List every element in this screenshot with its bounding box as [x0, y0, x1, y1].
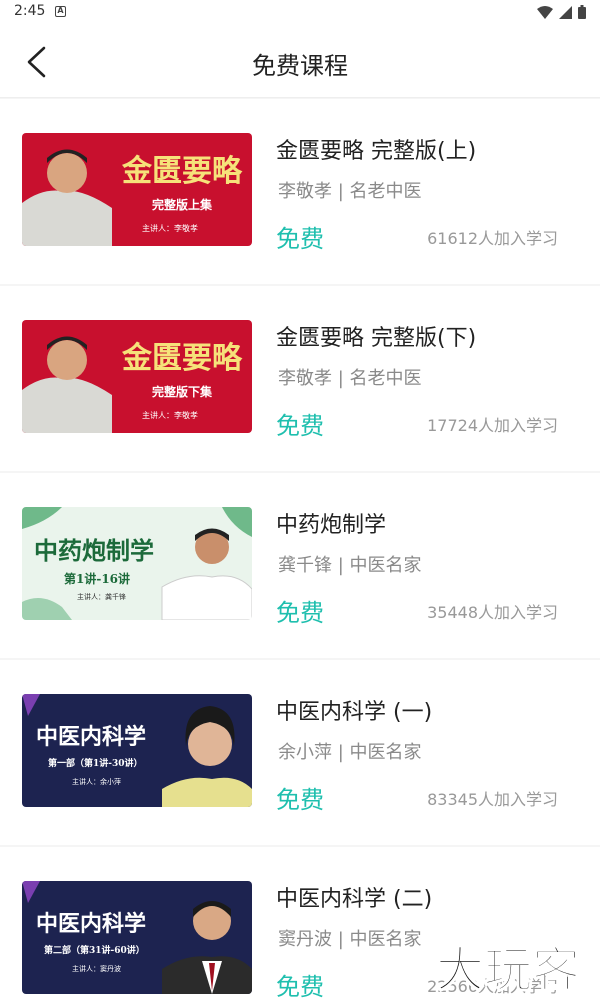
course-thumbnail: 中医内科学 第二部（第31讲-60讲） 主讲人：窦丹波: [22, 881, 252, 994]
status-bar: 2:45 A: [0, 0, 600, 24]
course-price: 免费: [276, 786, 324, 814]
course-price: 免费: [276, 973, 324, 1001]
thumb-main: 金匮要略: [121, 341, 243, 376]
course-title: 金匮要略 完整版(下): [276, 326, 477, 351]
course-thumbnail: 金匮要略 完整版下集 主讲人：李敬孝: [22, 320, 252, 433]
course-price: 免费: [276, 599, 324, 627]
thumb-sub: 第1讲-16讲: [64, 571, 130, 586]
course-price: 免费: [276, 225, 324, 253]
course-enroll-count: 83345人加入学习: [427, 790, 558, 809]
course-title: 金匮要略 完整版(上): [276, 139, 477, 164]
thumb-lecturer: 主讲人：龚千锋: [77, 592, 126, 601]
battery-icon: [578, 5, 586, 19]
thumb-sub: 完整版下集: [152, 384, 213, 399]
course-thumbnail: 中药炮制学 第1讲-16讲 主讲人：龚千锋: [22, 507, 252, 620]
course-price: 免费: [276, 412, 324, 440]
course-teacher: 余小萍 | 中医名家: [278, 742, 422, 763]
thumb-lecturer: 主讲人：窦丹波: [72, 964, 121, 973]
course-title: 中医内科学 (一): [276, 700, 433, 725]
thumb-lecturer: 主讲人：李敬孝: [142, 410, 198, 420]
thumb-lecturer: 主讲人：余小萍: [72, 777, 121, 786]
notification-icon: A: [55, 6, 66, 17]
course-enroll-count: 61612人加入学习: [427, 229, 558, 248]
thumb-main: 中医内科学: [36, 724, 146, 750]
course-teacher: 李敬孝 | 名老中医: [278, 181, 422, 202]
course-thumbnail: 金匮要略 完整版上集 主讲人：李敬孝: [22, 133, 252, 246]
watermark-logo: 大玩客: [435, 941, 581, 998]
wifi-icon: [537, 5, 553, 19]
app-header: 免费课程: [0, 24, 600, 98]
course-thumbnail: 中医内科学 第一部（第1讲-30讲） 主讲人：余小萍: [22, 694, 252, 807]
watermark-text: 大玩客: [436, 942, 580, 998]
course-enroll-count: 17724人加入学习: [427, 416, 558, 435]
thumb-main: 中医内科学: [36, 911, 146, 937]
course-teacher: 窦丹波 | 中医名家: [278, 929, 422, 950]
course-teacher: 龚千锋 | 中医名家: [278, 555, 422, 576]
thumb-sub: 第二部（第31讲-60讲）: [44, 944, 145, 956]
course-item[interactable]: 中医内科学 第一部（第1讲-30讲） 主讲人：余小萍 中医内科学 (一) 余小萍…: [0, 660, 600, 845]
page-title: 免费课程: [252, 52, 348, 80]
thumb-main: 金匮要略: [121, 154, 243, 189]
thumb-lecturer: 主讲人：李敬孝: [142, 223, 198, 233]
thumb-main: 中药炮制学: [34, 536, 154, 565]
course-item[interactable]: 金匮要略 完整版上集 主讲人：李敬孝 金匮要略 完整版(上) 李敬孝 | 名老中…: [0, 99, 600, 284]
course-title: 中药炮制学: [276, 513, 387, 538]
course-title: 中医内科学 (二): [276, 887, 433, 912]
course-teacher: 李敬孝 | 名老中医: [278, 368, 422, 389]
status-icons: [537, 5, 586, 19]
thumb-sub: 第一部（第1讲-30讲）: [48, 757, 143, 769]
course-enroll-count: 35448人加入学习: [427, 603, 558, 622]
signal-icon: [559, 5, 572, 19]
thumb-sub: 完整版上集: [152, 197, 213, 212]
course-item[interactable]: 中药炮制学 第1讲-16讲 主讲人：龚千锋 中药炮制学 龚千锋 | 中医名家 免…: [0, 473, 600, 658]
status-time: 2:45: [14, 3, 46, 19]
course-item[interactable]: 金匮要略 完整版下集 主讲人：李敬孝 金匮要略 完整版(下) 李敬孝 | 名老中…: [0, 286, 600, 471]
